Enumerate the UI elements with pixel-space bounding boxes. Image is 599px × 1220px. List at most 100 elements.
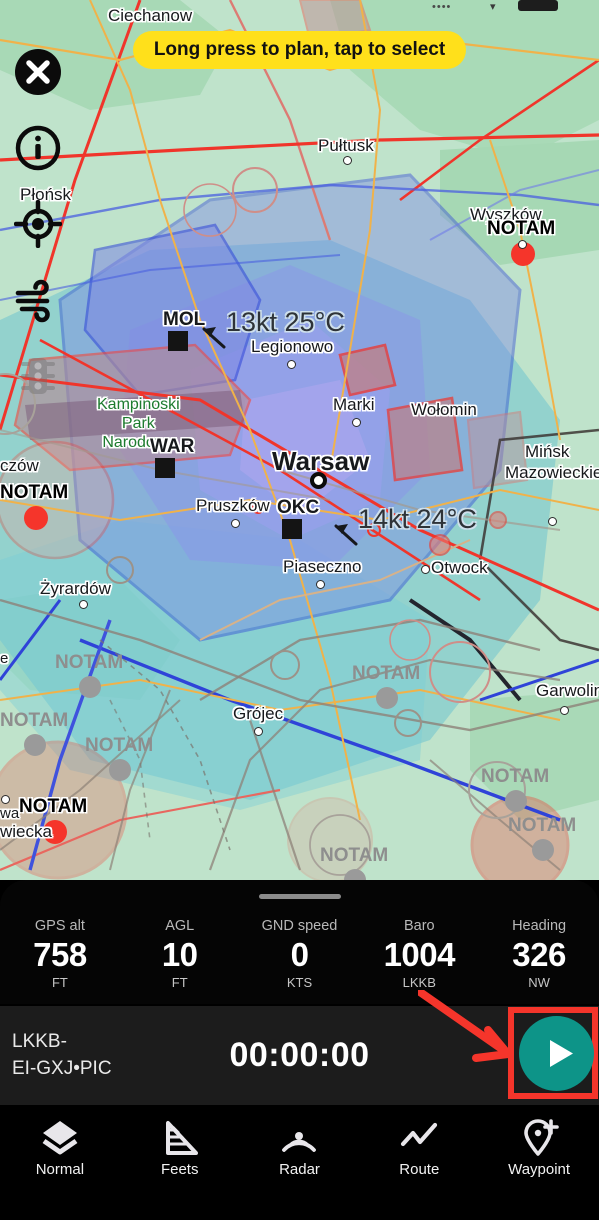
status-bar: •••• ▾: [0, 0, 599, 14]
gauge-gps-alt: GPS alt 758 FT: [0, 916, 120, 992]
city-label: Pruszków: [196, 496, 270, 515]
notam-label: NOTAM: [487, 218, 556, 239]
city-label: Wołomin: [411, 400, 477, 419]
weather-label: 14kt 24°C: [358, 504, 477, 534]
gauge-agl: AGL 10 FT: [120, 916, 240, 992]
annotation-arrow-icon: [418, 990, 512, 1062]
city-dot: [1, 795, 10, 804]
gauge-row: GPS alt 758 FT AGL 10 FT GND speed 0 KTS Baro 1004…: [0, 916, 599, 992]
city-label: czów: [0, 456, 39, 475]
map-canvas[interactable]: •••• ▾ Long press to plan, tap to select: [0, 0, 599, 880]
nav-label: Route: [399, 1161, 440, 1178]
nav-label: Radar: [279, 1161, 320, 1178]
ruler-icon: [159, 1117, 201, 1159]
radar-icon: [278, 1117, 320, 1159]
gauge-label: Heading: [512, 918, 567, 934]
city-label: Piaseczno: [283, 557, 362, 576]
airport-marker[interactable]: [168, 331, 188, 351]
start-flight-button[interactable]: [519, 1016, 594, 1091]
traffic-layer-button[interactable]: [14, 352, 62, 400]
gauge-baro: Baro 1004 LKKB: [359, 916, 479, 992]
gauge-value: 0: [290, 936, 309, 973]
nav-item-radar[interactable]: Radar: [240, 1105, 360, 1220]
nav-item-route[interactable]: Route: [359, 1105, 479, 1220]
status-dots: ••••: [432, 1, 452, 13]
nav-item-feets[interactable]: Feets: [120, 1105, 240, 1220]
city-label: Mińsk: [525, 442, 570, 461]
waypoint-add-icon: [518, 1117, 560, 1159]
city-label: Marki: [333, 395, 375, 414]
city-label: Legionowo: [251, 337, 334, 356]
city-label: wa: [0, 805, 20, 822]
city-dot: [287, 360, 296, 369]
map-hint-text: Long press to plan, tap to select: [153, 39, 446, 60]
notam-marker[interactable]: [24, 506, 48, 530]
city-dot: [560, 706, 569, 715]
city-label: Garwolin: [536, 681, 599, 700]
gauge-label: Baro: [403, 918, 435, 934]
nav-item-waypoint[interactable]: Waypoint: [479, 1105, 599, 1220]
wind-barb-icon: [200, 323, 226, 349]
city-dot: [316, 580, 325, 589]
drag-handle[interactable]: [258, 894, 341, 899]
nav-label: Feets: [160, 1161, 199, 1178]
notam-marker[interactable]: [109, 759, 131, 781]
city-dot: [548, 517, 557, 526]
notam-label: NOTAM: [0, 482, 69, 503]
city-dot: [421, 565, 430, 574]
map-hint-tooltip: Long press to plan, tap to select: [133, 31, 466, 69]
gauge-unit: FT: [51, 975, 68, 990]
city-label: Mazowieckie: [505, 463, 599, 482]
gauge-unit: KTS: [286, 975, 313, 990]
play-icon: [519, 1016, 594, 1091]
city-dot: [79, 600, 88, 609]
info-button[interactable]: [14, 124, 62, 172]
nav-item-normal[interactable]: Normal: [0, 1105, 120, 1220]
gauge-value: 758: [33, 936, 87, 973]
ownship-marker: [310, 472, 327, 489]
notam-label: NOTAM: [19, 796, 88, 817]
city-label: Otwock: [431, 558, 488, 577]
gauge-gnd-speed: GND speed 0 KTS: [240, 916, 360, 992]
notam-marker[interactable]: [24, 734, 46, 756]
weather-label: 13kt 25°C: [226, 307, 345, 337]
notam-marker[interactable]: [532, 839, 554, 861]
city-dot: [518, 240, 527, 249]
gauge-heading: Heading 326 NW: [479, 916, 599, 992]
close-map-button[interactable]: [14, 48, 62, 96]
city-label: Pułtusk: [318, 136, 374, 155]
instrument-panel[interactable]: GPS alt 758 FT AGL 10 FT GND speed 0 KTS Baro 1004…: [0, 880, 599, 1004]
notam-marker[interactable]: [79, 676, 101, 698]
city-label: e: [0, 650, 9, 667]
notam-label: NOTAM: [352, 663, 421, 684]
gauge-value: 10: [161, 936, 198, 973]
close-icon: [15, 49, 61, 95]
city-dot: [352, 418, 361, 427]
city-label: Grójec: [233, 704, 284, 723]
airport-marker[interactable]: [155, 458, 175, 478]
airport-marker[interactable]: [282, 519, 302, 539]
notam-marker[interactable]: [376, 687, 398, 709]
center-gps-button[interactable]: [14, 200, 62, 248]
notam-label: NOTAM: [508, 815, 577, 836]
layers-icon: [39, 1117, 81, 1159]
gauge-unit: FT: [171, 975, 188, 990]
city-label: wiecka: [0, 822, 52, 841]
city-dot: [254, 727, 263, 736]
notam-label: NOTAM: [320, 845, 389, 866]
gps-crosshair-icon: [14, 200, 62, 248]
notam-marker[interactable]: [505, 790, 527, 812]
wind-layer-button[interactable]: [14, 276, 62, 324]
notam-label: NOTAM: [85, 735, 154, 756]
wind-barb-icon: [332, 520, 358, 546]
flight-timer-value: 00:00:00: [229, 1036, 370, 1074]
notam-label: NOTAM: [55, 652, 124, 673]
city-dot: [343, 156, 352, 165]
wind-icon: [15, 279, 50, 323]
gauge-label: AGL: [165, 918, 195, 934]
gauge-label: GPS alt: [34, 918, 85, 934]
gauge-value: 1004: [383, 936, 456, 973]
nav-label: Waypoint: [508, 1161, 571, 1178]
battery-icon: [518, 0, 558, 11]
notam-label: NOTAM: [481, 766, 550, 787]
